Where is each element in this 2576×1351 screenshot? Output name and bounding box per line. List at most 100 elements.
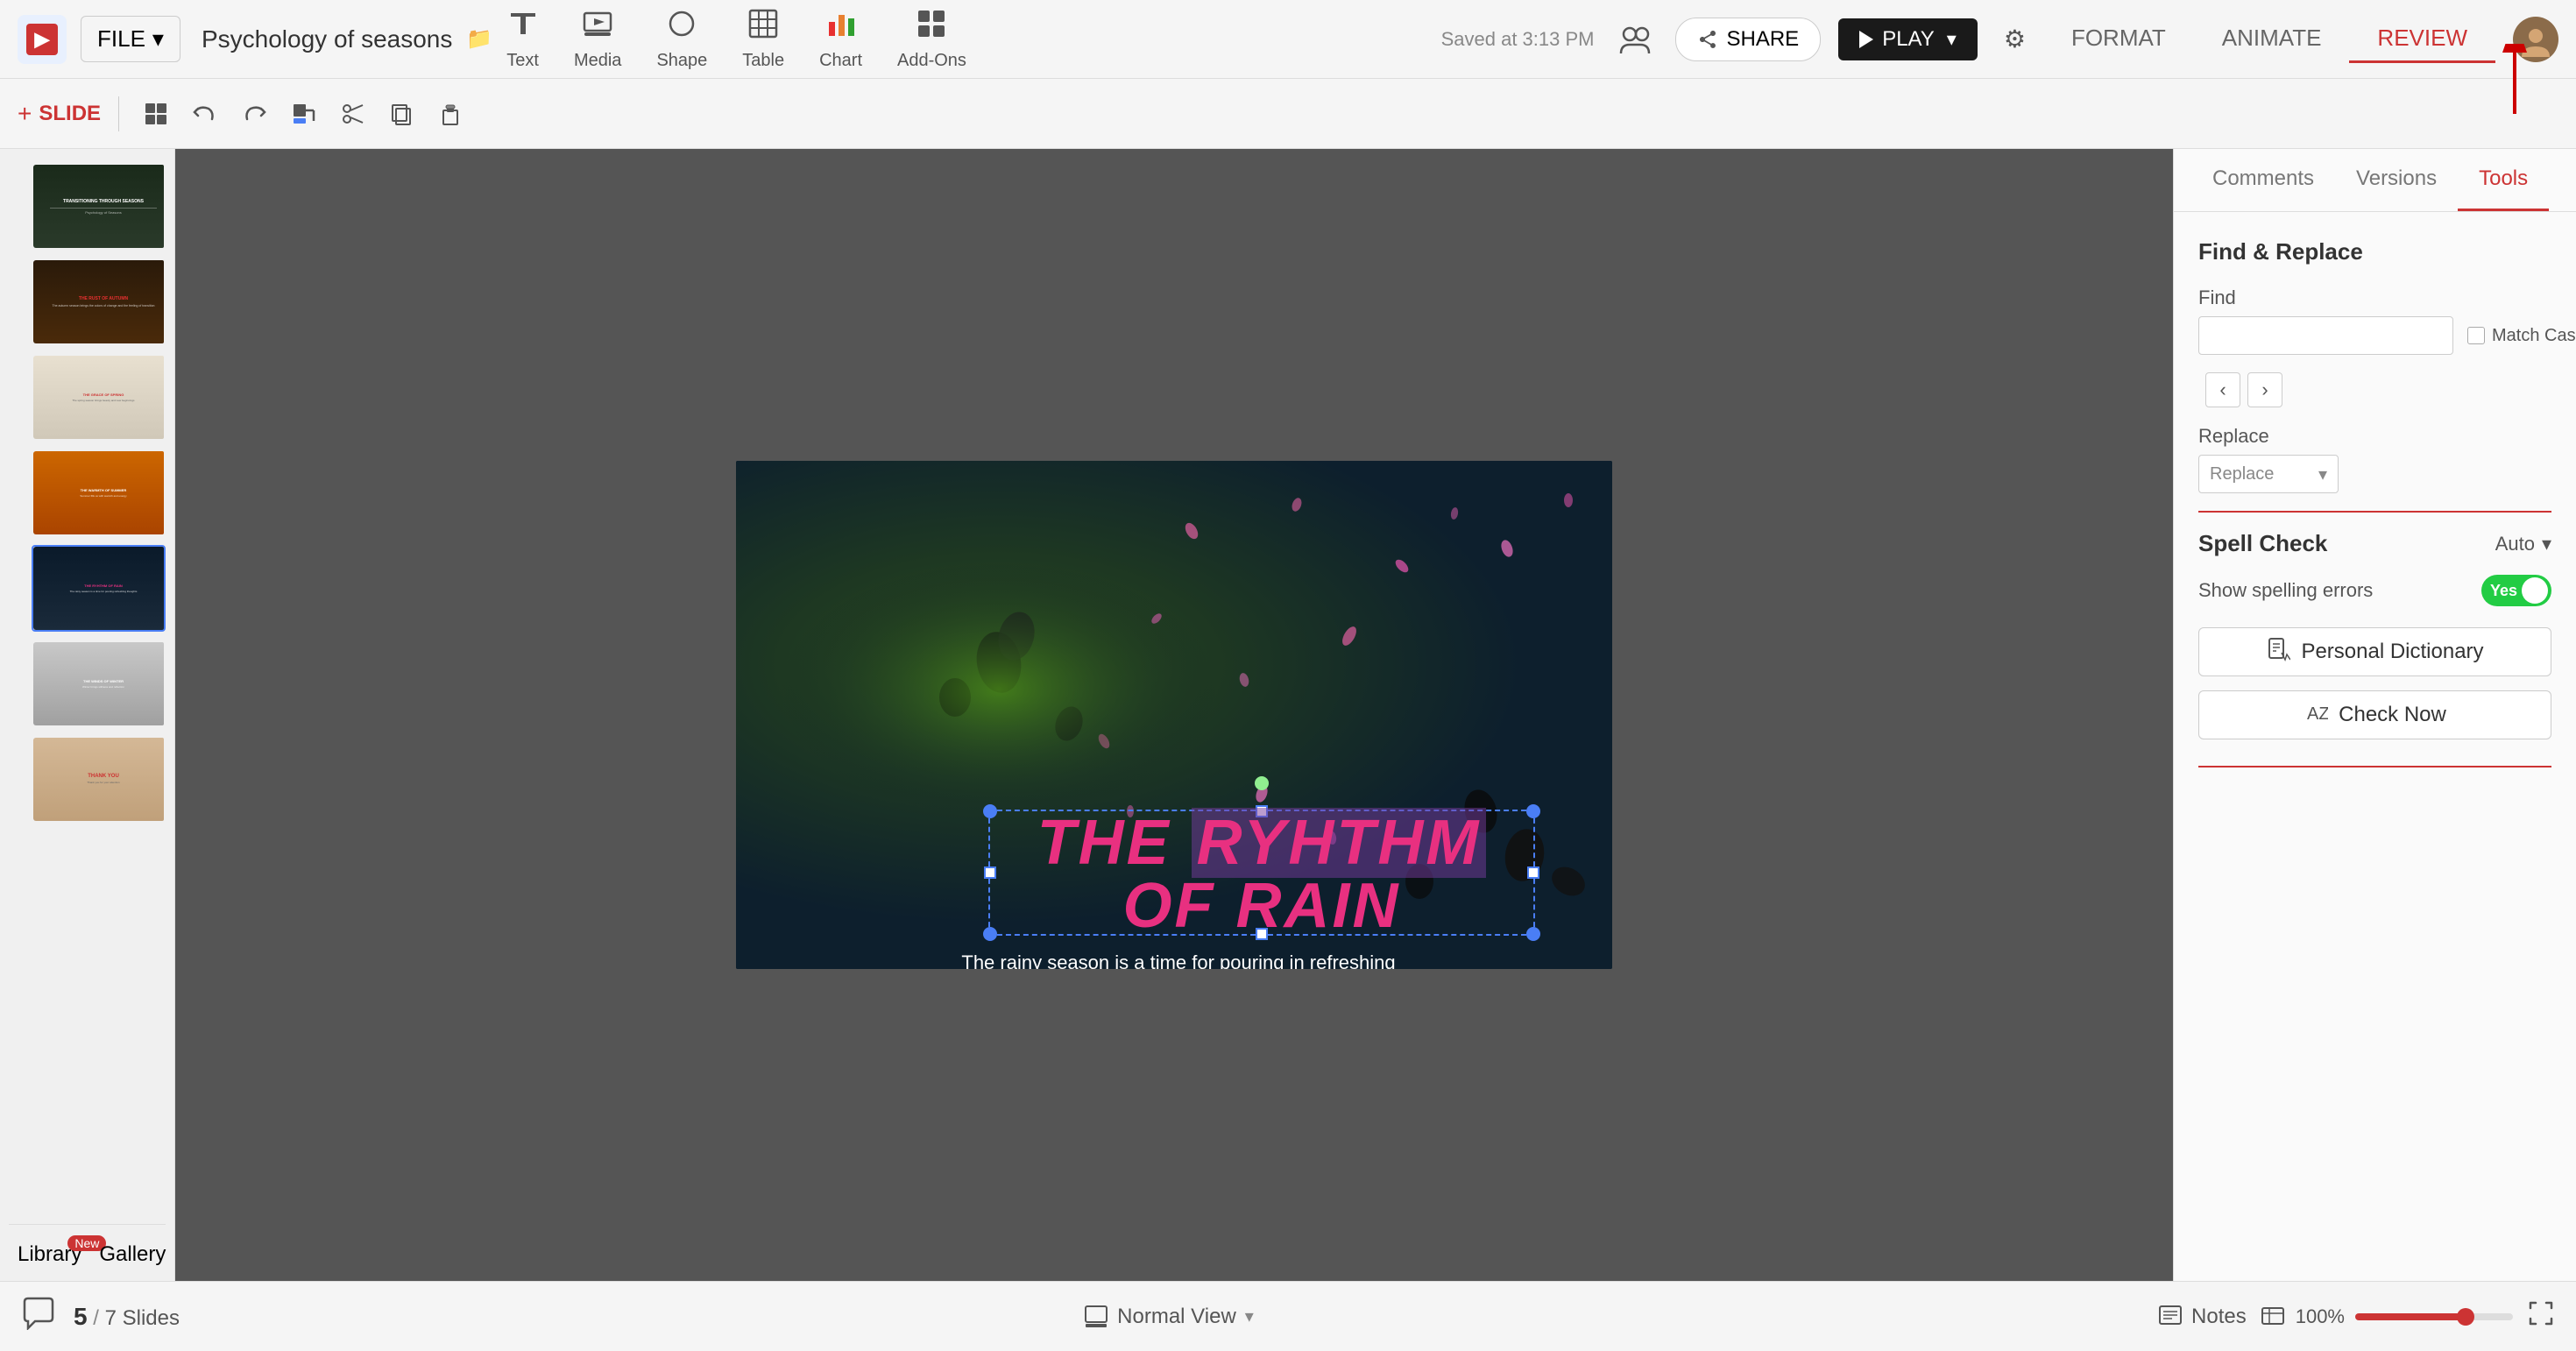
tab-comments[interactable]: Comments (2191, 149, 2335, 211)
text-box-container[interactable]: THE RYHTHM OF RAIN (990, 811, 1533, 934)
replace-dropdown[interactable]: Replace ▾ (2198, 455, 2339, 493)
spell-check-header: Spell Check Auto ▾ (2198, 530, 2551, 557)
play-button[interactable]: PLAY ▾ (1838, 18, 1978, 60)
paint-format-icon[interactable] (284, 95, 322, 133)
media-icon (582, 8, 613, 47)
redo-icon[interactable] (235, 95, 273, 133)
toolbar-shape[interactable]: Shape (656, 8, 707, 71)
second-toolbar: + SLIDE (0, 79, 2576, 149)
slide-current: 5 (74, 1303, 88, 1330)
main-content: 1 TRANSITIONING THROUGH SEASONS Psycholo… (0, 149, 2576, 1281)
toolbar-table[interactable]: Table (742, 8, 784, 71)
notes-label: Notes (2191, 1305, 2247, 1329)
find-input[interactable] (2198, 316, 2453, 355)
addons-icon (916, 8, 947, 47)
file-menu-button[interactable]: FILE ▾ (81, 16, 180, 62)
toolbar-text[interactable]: Text (506, 8, 539, 71)
gallery-button[interactable]: Gallery (99, 1242, 166, 1267)
replace-placeholder: Replace (2210, 464, 2274, 485)
grid-view-icon[interactable] (137, 95, 175, 133)
find-row: Match Case (2198, 316, 2551, 355)
presentation-title[interactable]: Psychology of seasons (202, 25, 452, 53)
section-divider-1 (2198, 511, 2551, 513)
slide-thumb-2[interactable]: 2 THE RUST OF AUTUMN The autumn season b… (32, 258, 166, 345)
spell-toggle[interactable]: Yes (2481, 575, 2551, 606)
tab-animate[interactable]: ANIMATE (2194, 16, 2350, 63)
find-nav-arrows: ‹ › (2205, 372, 2551, 407)
toolbar-center: Text Media Shape Table Chart (506, 8, 966, 71)
handle-rotate[interactable] (1255, 776, 1269, 790)
presentation-folder-icon: 📁 (466, 26, 492, 52)
divider (118, 96, 119, 131)
app-logo-icon[interactable]: ▶ (26, 24, 58, 55)
canvas-area[interactable]: THE RYHTHM OF RAIN The rainy season is a… (175, 149, 2173, 1281)
zoom-slider[interactable] (2355, 1313, 2513, 1320)
people-icon[interactable] (1612, 17, 1658, 62)
title-before: THE (1037, 808, 1192, 878)
toolbar-chart[interactable]: Chart (819, 8, 862, 71)
zoom-section: 100% (2261, 1305, 2513, 1329)
slide-thumb-7[interactable]: 7 THANK YOU Thank you for your attention (32, 736, 166, 823)
share-button[interactable]: SHARE (1675, 18, 1822, 61)
slide-thumb-img-3: THE GRACE OF SPRING The spring season br… (33, 356, 166, 439)
slide-canvas: THE RYHTHM OF RAIN The rainy season is a… (736, 461, 1612, 969)
fullscreen-icon[interactable] (2527, 1299, 2555, 1333)
view-label: Normal View (1117, 1305, 1236, 1329)
tab-tools[interactable]: Tools (2458, 149, 2549, 211)
share-label: SHARE (1727, 27, 1800, 52)
paste-icon[interactable] (431, 95, 470, 133)
file-chevron-icon: ▾ (152, 25, 164, 53)
slide-thumb-1[interactable]: 1 TRANSITIONING THROUGH SEASONS Psycholo… (32, 163, 166, 250)
find-next-button[interactable]: › (2247, 372, 2282, 407)
toolbar-addons[interactable]: Add-Ons (897, 8, 966, 71)
tab-versions[interactable]: Versions (2335, 149, 2458, 211)
slide-thumb-3[interactable]: 3 THE GRACE OF SPRING The spring season … (32, 354, 166, 441)
match-case-checkbox[interactable] (2467, 327, 2485, 344)
slide-thumb-5[interactable]: 5 THE RYHTHM OF RAIN The rainy season is… (32, 545, 166, 632)
zoom-thumb[interactable] (2457, 1308, 2474, 1326)
right-panel-content: Find & Replace Find Match Case ‹ › Repla… (2174, 212, 2576, 1281)
spell-auto-dropdown[interactable]: Auto ▾ (2495, 533, 2551, 555)
slide-thumb-4[interactable]: 4 THE WARMTH OF SUMMER Summer fills us w… (32, 449, 166, 536)
library-button[interactable]: Library New (18, 1242, 81, 1267)
undo-icon[interactable] (186, 95, 224, 133)
chat-icon[interactable] (21, 1295, 56, 1338)
view-selector-button[interactable]: Normal View ▾ (1070, 1298, 1268, 1336)
chart-icon (825, 8, 857, 47)
find-replace-title: Find & Replace (2198, 238, 2551, 265)
subtitle-container: The rainy season is a time for pouring i… (929, 947, 1428, 969)
check-now-icon: AZ (2304, 700, 2328, 731)
file-label: FILE (97, 25, 145, 53)
auto-label: Auto (2495, 533, 2535, 555)
settings-icon[interactable]: ⚙ (2004, 25, 2026, 53)
title-after: OF RAIN (1123, 871, 1401, 941)
match-case-container: Match Case (2467, 326, 2576, 346)
match-case-label: Match Case (2492, 326, 2576, 346)
right-panel: Comments Versions Tools Find & Replace (2173, 149, 2576, 1281)
tab-format[interactable]: FORMAT (2043, 16, 2194, 63)
auto-chevron-icon: ▾ (2542, 533, 2551, 555)
view-chevron-icon: ▾ (1245, 1305, 1254, 1327)
scissors-icon[interactable] (333, 95, 372, 133)
notes-button[interactable]: Notes (2158, 1305, 2247, 1329)
addons-label: Add-Ons (897, 51, 966, 71)
table-label: Table (742, 51, 784, 71)
tab-review[interactable]: REVIEW (2349, 16, 2495, 63)
spell-check-title: Spell Check (2198, 530, 2327, 557)
media-label: Media (574, 51, 621, 71)
personal-dictionary-button[interactable]: Personal Dictionary (2198, 627, 2551, 676)
slide-indicator: 5 / 7 Slides (74, 1303, 180, 1331)
top-right: Saved at 3:13 PM SHARE PLAY ▾ ⚙ FORMAT A… (1441, 16, 2558, 63)
check-now-button[interactable]: AZ Check Now (2198, 690, 2551, 739)
add-slide-button[interactable]: + SLIDE (18, 100, 101, 128)
toggle-yes-label: Yes (2490, 582, 2517, 600)
toggle-knob (2522, 577, 2548, 604)
show-errors-label: Show spelling errors (2198, 579, 2373, 602)
toolbar-media[interactable]: Media (574, 8, 621, 71)
copy-icon[interactable] (382, 95, 421, 133)
bottom-center: Normal View ▾ (197, 1298, 2141, 1336)
slide-thumb-img-1: TRANSITIONING THROUGH SEASONS Psychology… (33, 165, 166, 248)
find-prev-button[interactable]: ‹ (2205, 372, 2240, 407)
slide-subtitle: The rainy season is a time for pouring i… (929, 947, 1428, 969)
slide-thumb-6[interactable]: 6 THE WINDS OF WINTER Winter brings stil… (32, 640, 166, 727)
